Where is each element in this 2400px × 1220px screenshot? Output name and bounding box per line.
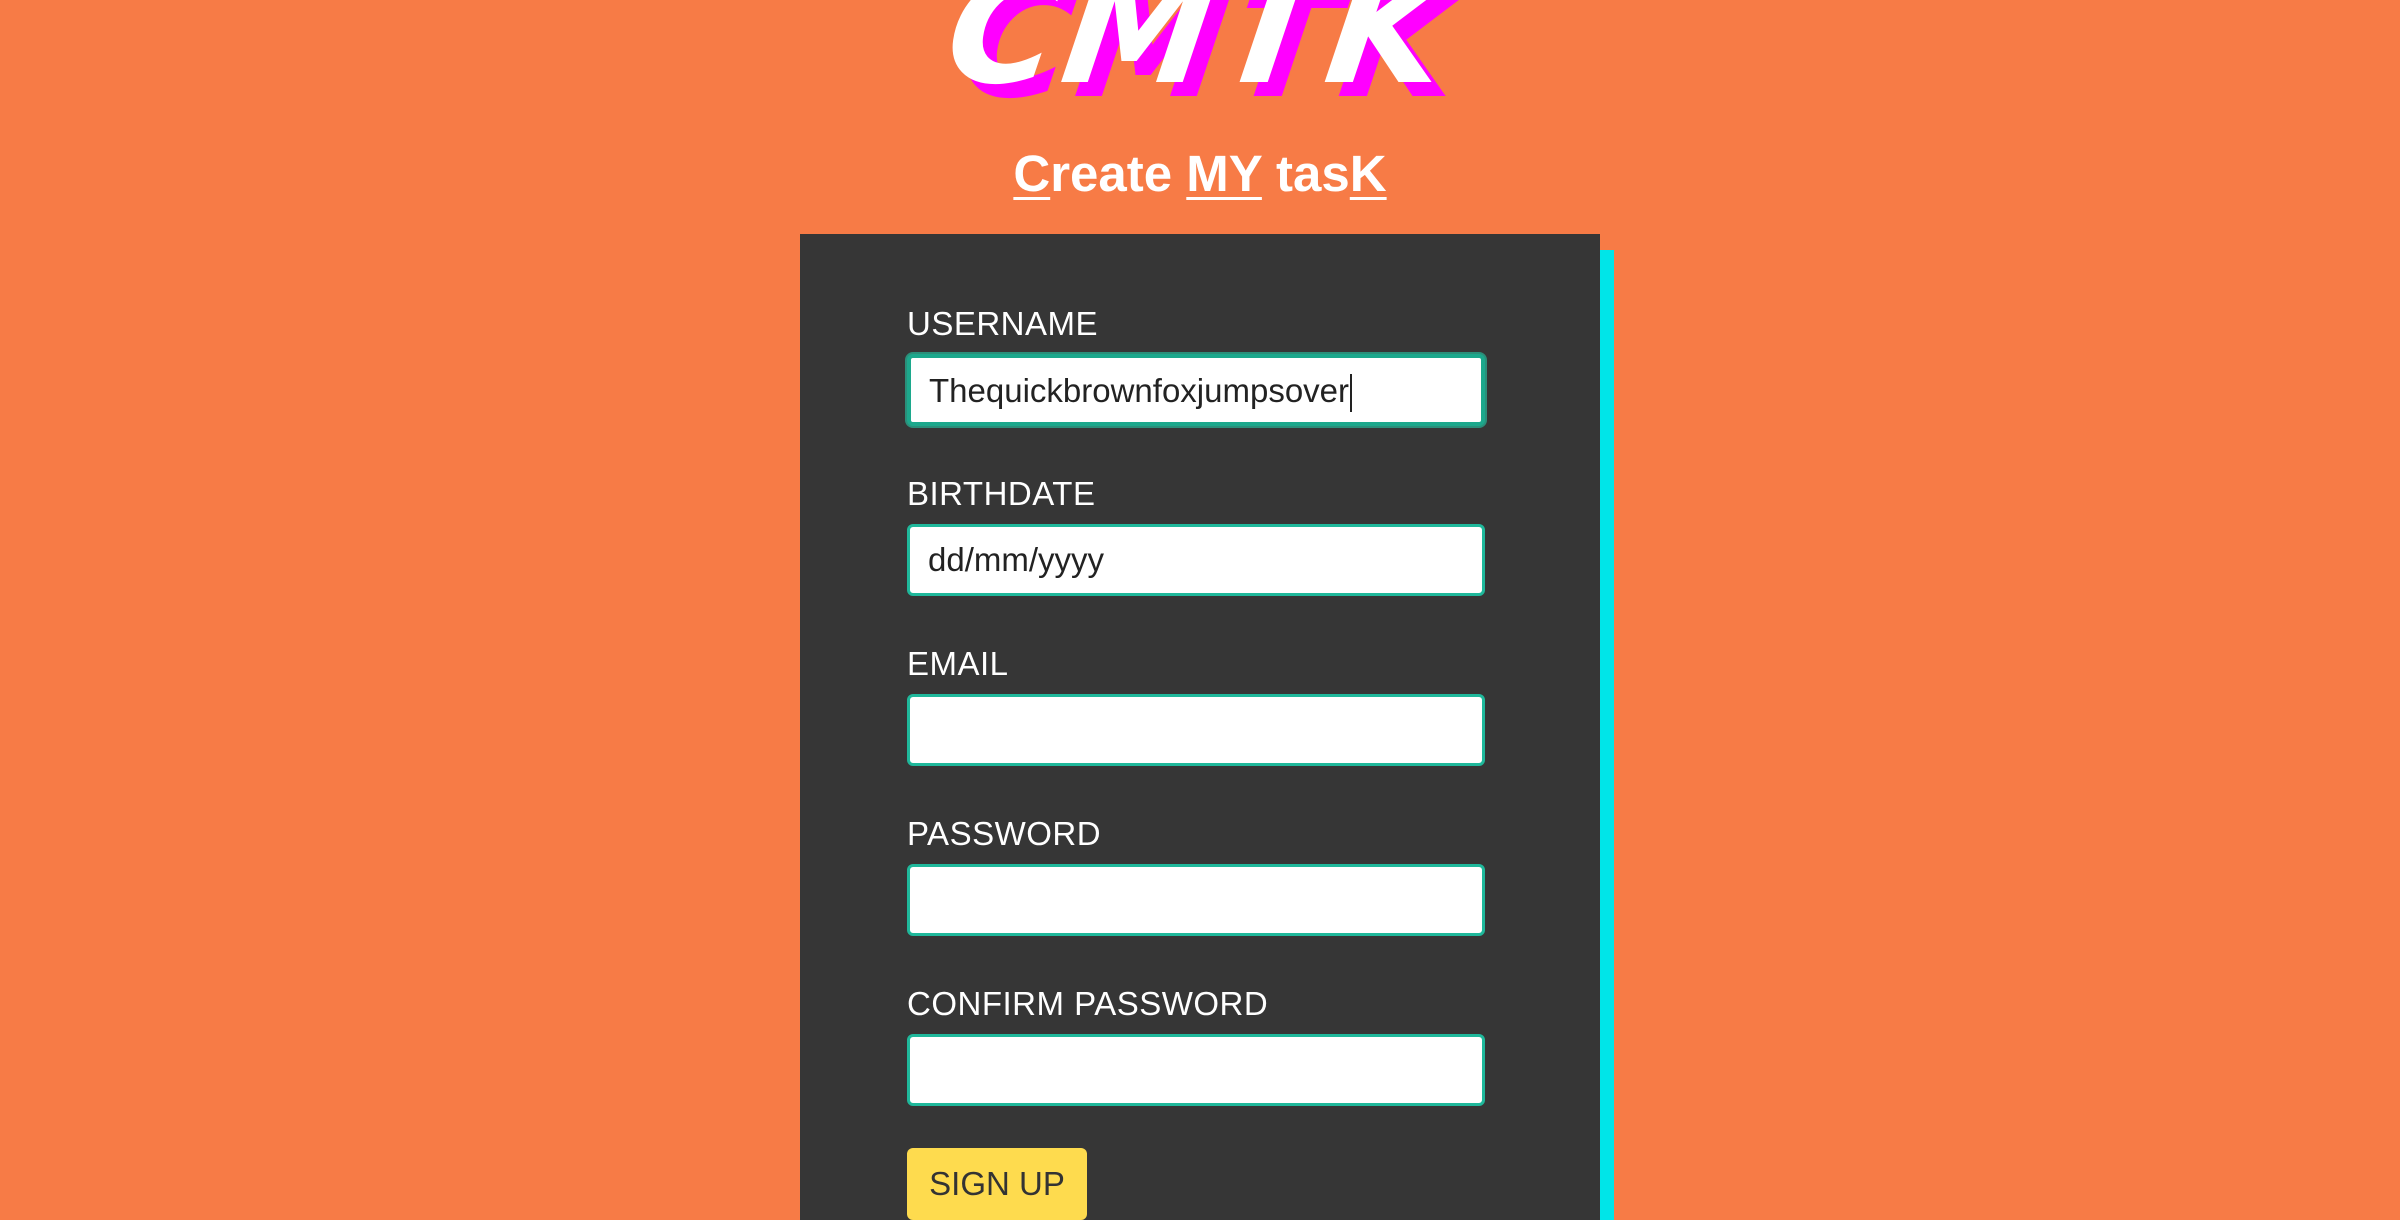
signup-page: CMTK Create MY tasK USERNAME Thequickbro… [0,0,2400,1220]
subtitle-part-reate: reate [1050,145,1187,202]
username-input[interactable]: Thequickbrownfoxjumpsover [907,354,1485,426]
confirm-password-input[interactable] [907,1034,1485,1106]
email-input[interactable] [907,694,1485,766]
confirm-password-label: CONFIRM PASSWORD [907,985,1269,1022]
signup-form: USERNAME Thequickbrownfoxjumpsover BIRTH… [800,234,1600,1220]
birthdate-placeholder: dd/mm/yyyy [928,541,1105,578]
logo-text: CMTK [936,0,1464,118]
sign-up-button[interactable]: SIGN UP [907,1148,1087,1220]
logo: CMTK [0,0,2400,118]
subtitle-part-c: C [1013,145,1051,202]
password-label: PASSWORD [907,815,1102,852]
birthdate-field-group: BIRTHDATE dd/mm/yyyy [907,474,1485,596]
username-value: Thequickbrownfoxjumpsover [929,372,1350,409]
username-label: USERNAME [907,305,1099,342]
password-input[interactable] [907,864,1485,936]
birthdate-label: BIRTHDATE [907,475,1096,512]
email-field-group: EMAIL [907,644,1485,766]
birthdate-input[interactable]: dd/mm/yyyy [907,524,1485,596]
card-accent-bar [1600,250,1614,1220]
subtitle-part-my: MY [1186,145,1262,202]
email-label: EMAIL [907,645,1009,682]
password-field-group: PASSWORD [907,814,1485,936]
subtitle-part-tas: tas [1261,145,1350,202]
text-caret [1350,374,1353,413]
page-subtitle: Create MY tasK [0,144,2400,204]
confirm-password-field-group: CONFIRM PASSWORD [907,984,1485,1106]
subtitle-part-k: K [1349,145,1387,202]
username-field-group: USERNAME Thequickbrownfoxjumpsover [907,304,1485,426]
